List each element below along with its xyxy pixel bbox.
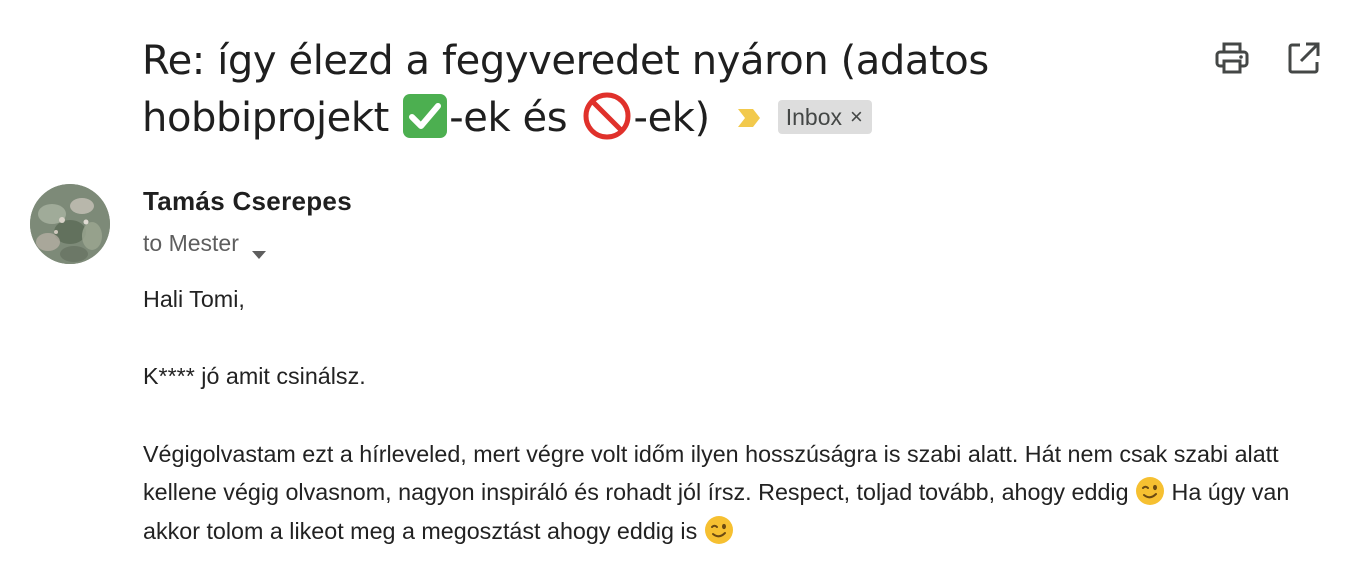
recipients-text: to Mester (143, 230, 239, 256)
winking-face-emoji-icon (1135, 476, 1165, 506)
body-paragraph-text-a: Végigolvastam ezt a hírleveled, mert vég… (143, 440, 1279, 506)
body-paragraph: Végigolvastam ezt a hírleveled, mert vég… (143, 435, 1333, 551)
winking-face-emoji-icon (704, 515, 734, 545)
remove-label-button[interactable]: × (850, 100, 863, 134)
sender-avatar[interactable] (30, 184, 110, 264)
subject-text-part3: -ek) (633, 95, 711, 141)
email-body: Hali Tomi, K**** jó amit csinálsz. Végig… (143, 280, 1333, 551)
email-subject: Re: így élezd a fegyveredet nyáron (adat… (142, 34, 1182, 146)
caret-down-icon[interactable] (251, 239, 266, 259)
open-in-new-window-icon[interactable] (1286, 40, 1322, 76)
prohibited-emoji-icon (582, 91, 632, 141)
recipients-dropdown[interactable]: to Mester (143, 230, 266, 259)
label-chip-text: Inbox (785, 104, 843, 130)
greeting-line: Hali Tomi, (143, 286, 245, 312)
body-line-1: K**** jó amit csinálsz. (143, 363, 366, 390)
subject-text-part2: -ek és (449, 95, 580, 141)
print-icon[interactable] (1214, 40, 1250, 76)
label-chip-inbox: Inbox × (777, 100, 872, 134)
importance-marker-icon[interactable] (736, 89, 762, 127)
check-mark-emoji-icon (403, 94, 448, 138)
sender-name: Tamás Cserepes (143, 186, 352, 216)
